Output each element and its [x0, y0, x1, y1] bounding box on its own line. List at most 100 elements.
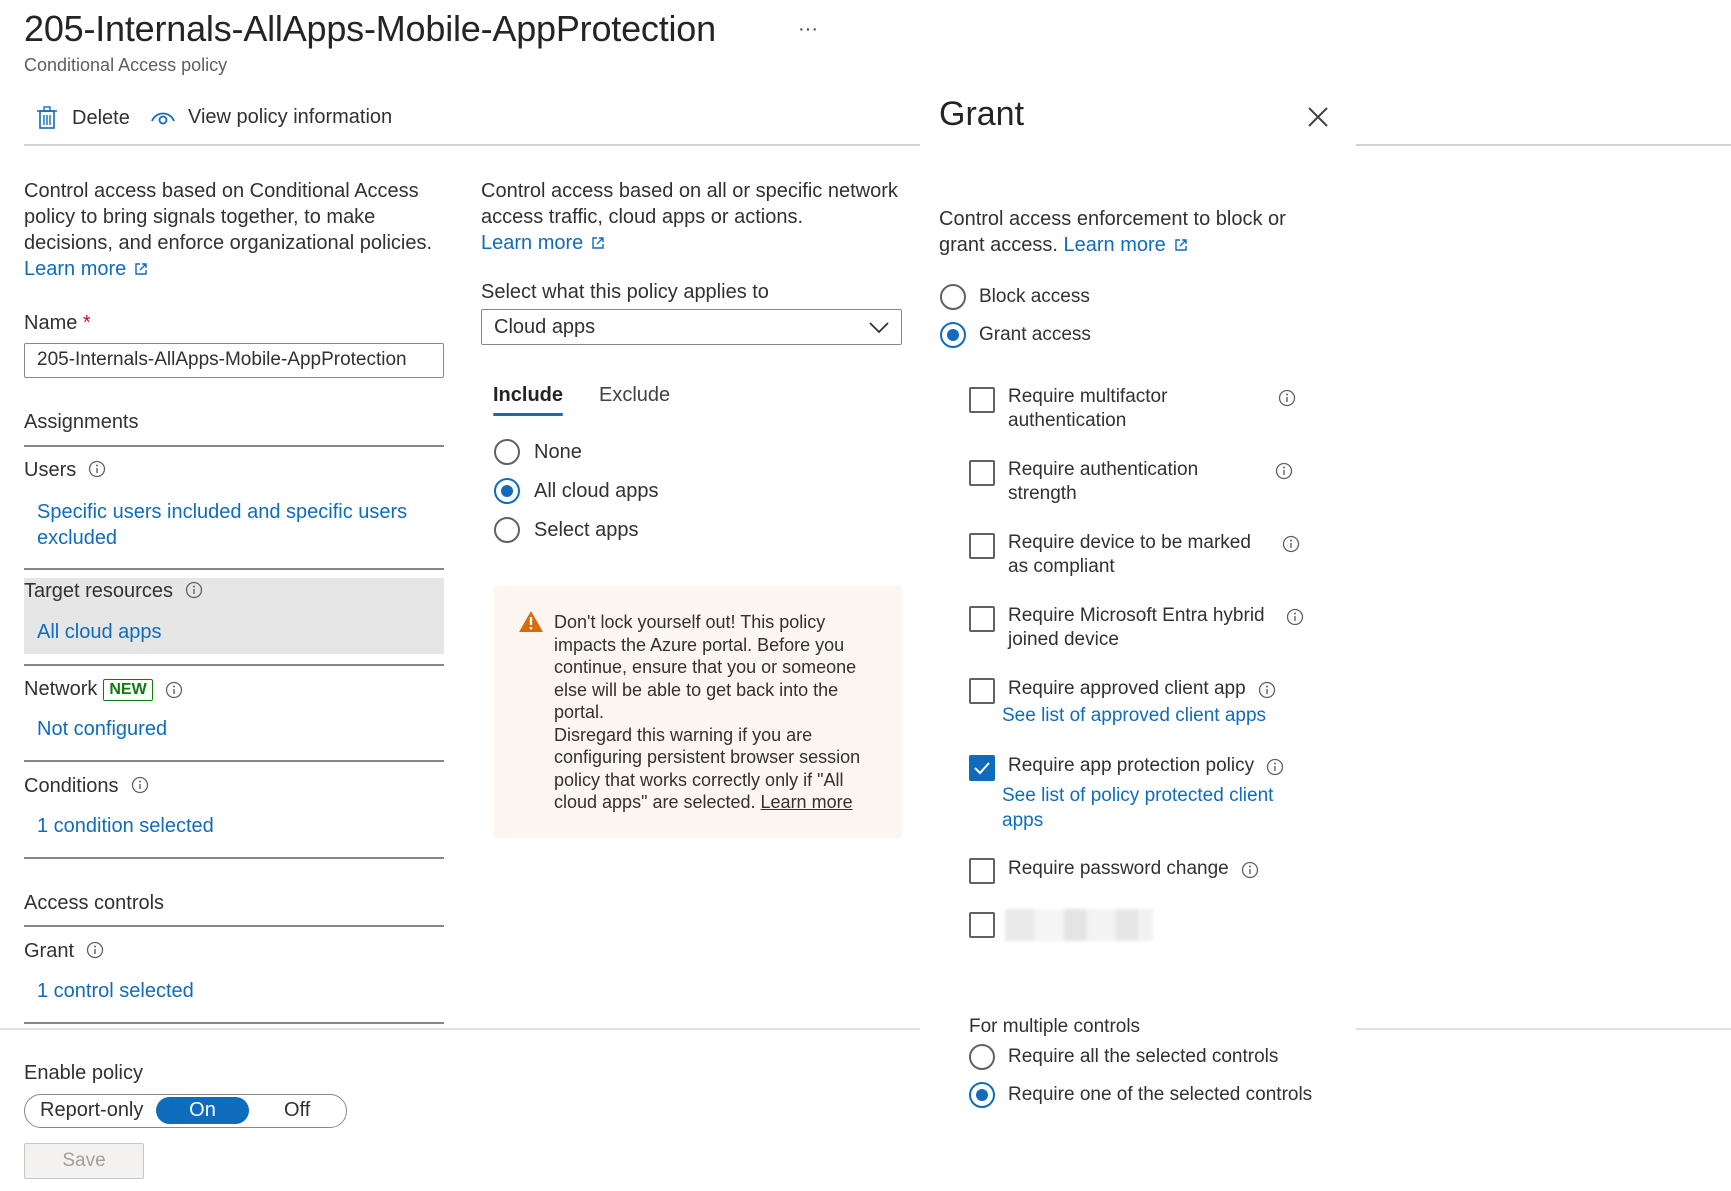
radio-block-access[interactable]: [940, 284, 966, 310]
grant-access-label: Grant access: [979, 324, 1091, 345]
target-resources-label: Target resources: [24, 580, 203, 603]
warning-text-2: Disregard this warning if you are config…: [554, 724, 861, 813]
control-app-protection[interactable]: Require app protection policy: [969, 754, 1284, 781]
tab-underline: [493, 413, 564, 416]
info-icon[interactable]: [1241, 861, 1259, 879]
control-compliant-device-label-1: Require device to be marked: [1008, 532, 1251, 553]
more-options-button[interactable]: ···: [798, 18, 818, 41]
policy-protected-apps-link[interactable]: See list of policy protected client apps: [1002, 783, 1292, 833]
warning-icon: [519, 611, 543, 632]
radio-none[interactable]: [494, 439, 520, 465]
applies-to-label: Select what this policy applies to: [481, 281, 769, 303]
checkbox-password-change[interactable]: [969, 858, 995, 884]
radio-require-all[interactable]: [969, 1044, 995, 1070]
info-icon[interactable]: [1282, 535, 1300, 553]
enable-policy-toggle[interactable]: Report-only On Off: [24, 1094, 347, 1128]
info-icon[interactable]: [165, 681, 183, 699]
control-approved-client-app[interactable]: Require approved client app: [969, 677, 1276, 704]
network-value-link[interactable]: Not configured: [37, 718, 167, 741]
checkbox-redacted[interactable]: [969, 912, 995, 938]
control-redacted[interactable]: [969, 909, 1153, 941]
option-none[interactable]: None: [494, 439, 582, 465]
block-access-option[interactable]: Block access: [940, 284, 1090, 310]
info-icon[interactable]: [1275, 462, 1293, 480]
block-access-label: Block access: [979, 286, 1090, 307]
conditions-value-link[interactable]: 1 condition selected: [37, 815, 214, 838]
close-icon[interactable]: [1308, 107, 1328, 127]
enable-policy-heading: Enable policy: [24, 1062, 143, 1084]
option-all-cloud-apps-label: All cloud apps: [534, 479, 659, 502]
external-link-icon: [592, 237, 604, 249]
option-select-apps-label: Select apps: [534, 518, 639, 541]
control-hybrid-joined-label-1: Require Microsoft Entra hybrid: [1008, 605, 1265, 626]
info-icon[interactable]: [185, 581, 203, 599]
learn-more-link[interactable]: Learn more: [24, 256, 148, 282]
toggle-off[interactable]: Off: [284, 1099, 310, 1122]
conditions-label: Conditions: [24, 775, 149, 798]
checkbox-auth-strength[interactable]: [969, 460, 995, 486]
view-info-label: View policy information: [188, 106, 393, 128]
control-hybrid-joined[interactable]: Require Microsoft Entra hybrid joined de…: [969, 604, 1304, 652]
info-icon[interactable]: [86, 941, 104, 959]
approved-client-apps-link[interactable]: See list of approved client apps: [1002, 705, 1266, 727]
control-auth-strength[interactable]: Require authentication strength: [969, 458, 1293, 506]
page-title: 205-Internals-AllApps-Mobile-AppProtecti…: [24, 8, 716, 49]
control-auth-strength-label-2: strength: [1008, 483, 1077, 504]
applies-to-dropdown[interactable]: Cloud apps: [481, 309, 902, 345]
multi-all-option[interactable]: Require all the selected controls: [969, 1044, 1278, 1070]
new-badge: NEW: [103, 678, 153, 701]
checkbox-compliant-device[interactable]: [969, 533, 995, 559]
info-icon[interactable]: [1278, 389, 1296, 407]
control-password-change-label: Require password change: [1008, 858, 1229, 879]
users-value-link[interactable]: Specific users included and specific use…: [37, 499, 417, 551]
control-mfa[interactable]: Require multifactor authentication: [969, 385, 1296, 433]
radio-grant-access[interactable]: [940, 322, 966, 348]
save-button[interactable]: Save: [24, 1143, 144, 1179]
tab-exclude[interactable]: Exclude: [599, 384, 670, 407]
info-icon[interactable]: [88, 460, 106, 478]
control-mfa-label-2: authentication: [1008, 410, 1127, 431]
checkbox-approved-client-app[interactable]: [969, 678, 995, 704]
control-compliant-device[interactable]: Require device to be marked as compliant: [969, 531, 1300, 579]
network-label: Network NEW: [24, 678, 183, 701]
control-app-protection-label: Require app protection policy: [1008, 755, 1255, 776]
radio-select-apps[interactable]: [494, 517, 520, 543]
radio-require-one[interactable]: [969, 1082, 995, 1108]
info-icon[interactable]: [1258, 681, 1276, 699]
option-all-cloud-apps[interactable]: All cloud apps: [494, 478, 659, 504]
option-select-apps[interactable]: Select apps: [494, 517, 639, 543]
delete-label: Delete: [72, 106, 130, 129]
access-controls-divider: [24, 925, 444, 927]
tab-include[interactable]: Include: [493, 384, 564, 416]
grant-divider: [24, 1022, 444, 1024]
network-divider: [24, 760, 444, 762]
grant-access-option[interactable]: Grant access: [940, 322, 1091, 348]
grant-description: Control access enforcement to block or g…: [939, 208, 1286, 256]
grant-value-link[interactable]: 1 control selected: [37, 980, 194, 1003]
radio-all-cloud-apps[interactable]: [494, 478, 520, 504]
info-icon[interactable]: [1266, 758, 1284, 776]
learn-more-link[interactable]: Learn more: [481, 232, 605, 254]
chevron-down-icon: [869, 322, 889, 334]
checkbox-app-protection[interactable]: [969, 755, 995, 781]
name-input[interactable]: 205-Internals-AllApps-Mobile-AppProtecti…: [24, 343, 444, 378]
footer-divider: [0, 1028, 920, 1030]
control-password-change[interactable]: Require password change: [969, 857, 1259, 884]
learn-more-link[interactable]: Learn more: [1064, 234, 1188, 256]
view-policy-info-button[interactable]: View policy information: [150, 106, 392, 129]
control-compliant-device-label-2: as compliant: [1008, 556, 1115, 577]
delete-button[interactable]: Delete: [36, 106, 130, 130]
warning-learn-more-link[interactable]: Learn more: [761, 792, 853, 812]
info-icon[interactable]: [1286, 608, 1304, 626]
dropdown-value: Cloud apps: [494, 316, 596, 338]
redacted-label: [1005, 909, 1153, 941]
checkbox-hybrid-joined[interactable]: [969, 606, 995, 632]
control-approved-client-app-label: Require approved client app: [1008, 678, 1246, 699]
checkbox-mfa[interactable]: [969, 387, 995, 413]
toggle-on[interactable]: On: [156, 1097, 249, 1124]
info-icon[interactable]: [131, 776, 149, 794]
external-link-icon: [135, 263, 147, 275]
multi-one-option[interactable]: Require one of the selected controls: [969, 1082, 1312, 1108]
toggle-report-only[interactable]: Report-only: [40, 1099, 143, 1122]
target-resources-value-link[interactable]: All cloud apps: [37, 621, 162, 644]
